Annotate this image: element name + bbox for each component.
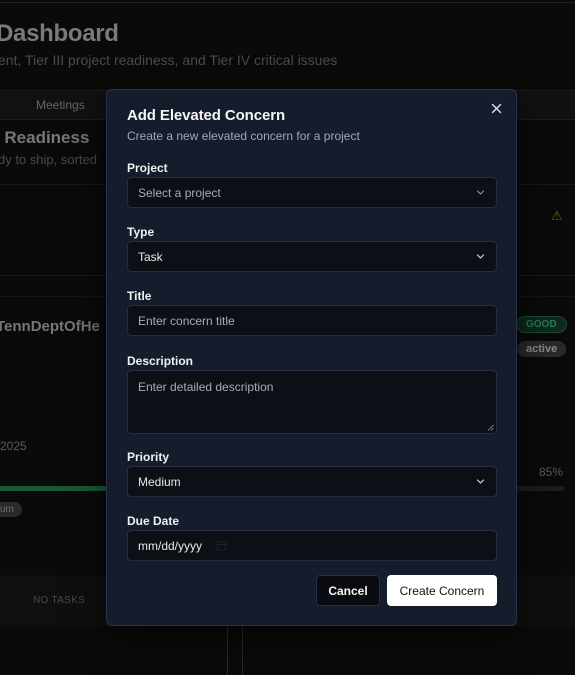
progress-percent: 85%	[539, 465, 564, 479]
due-date-input[interactable]: mm/dd/yyyy	[127, 530, 497, 561]
add-concern-dialog: Add Elevated Concern Create a new elevat…	[106, 89, 517, 626]
section-title: t Readiness	[0, 128, 90, 147]
chevron-down-icon	[476, 479, 485, 484]
close-button[interactable]	[488, 100, 504, 116]
calendar-icon[interactable]	[216, 540, 227, 551]
dashboard-subtitle: ent, Tier III project readiness, and Tie…	[0, 52, 338, 68]
project-label: Project	[127, 161, 168, 175]
resize-handle-icon[interactable]	[487, 424, 494, 431]
column-divider	[242, 626, 243, 675]
title-input-placeholder: Enter concern title	[138, 313, 235, 328]
title-label: Title	[127, 289, 152, 303]
type-label: Type	[127, 225, 155, 239]
project-select-value: Select a project	[138, 185, 221, 200]
no-tasks-label: NO TASKS	[33, 595, 86, 606]
title-input[interactable]: Enter concern title	[127, 305, 497, 336]
description-placeholder: Enter detailed description	[138, 380, 274, 394]
priority-select[interactable]: Medium	[127, 466, 497, 497]
description-label: Description	[127, 354, 194, 368]
priority-label: Priority	[127, 450, 170, 464]
project-select[interactable]: Select a project	[127, 177, 497, 208]
description-textarea[interactable]: Enter detailed description	[127, 370, 497, 434]
chevron-down-icon	[476, 254, 485, 259]
priority-pill: um	[0, 502, 22, 517]
type-select-value: Task	[138, 249, 163, 264]
top-divider	[0, 2, 575, 3]
project-name[interactable]: TennDeptOfHe	[0, 318, 100, 335]
dashboard-title: Dashboard	[0, 20, 119, 47]
column-divider	[227, 626, 228, 675]
create-concern-button[interactable]: Create Concern	[387, 575, 497, 606]
priority-select-value: Medium	[138, 474, 181, 489]
date-text: 2025	[0, 439, 27, 453]
due-date-label: Due Date	[127, 514, 180, 528]
section-subtitle: dy to ship, sorted	[0, 152, 97, 167]
status-badge-active: active	[517, 341, 567, 357]
close-icon	[491, 103, 501, 113]
dialog-title: Add Elevated Concern	[127, 107, 286, 124]
chevron-down-icon	[476, 190, 485, 195]
cancel-button[interactable]: Cancel	[316, 575, 380, 606]
due-date-placeholder: mm/dd/yyyy	[138, 538, 203, 553]
progress-bar-fill	[0, 486, 106, 491]
tab-meetings[interactable]: Meetings	[36, 98, 85, 112]
warning-icon: ⚠	[551, 208, 563, 223]
dialog-description: Create a new elevated concern for a proj…	[127, 129, 360, 143]
status-badge-good: GOOD	[516, 316, 567, 333]
progress-bar-track	[517, 486, 564, 491]
type-select[interactable]: Task	[127, 241, 497, 272]
